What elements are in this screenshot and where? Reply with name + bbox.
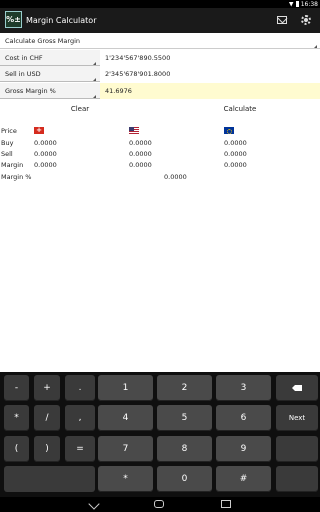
recents-icon[interactable] (221, 500, 231, 508)
key-3[interactable]: 3 (216, 375, 271, 401)
dropdown-corner-icon (93, 78, 96, 81)
margin-type-spinner[interactable]: Gross Margin % (0, 83, 100, 99)
sell-row: Sell in USD 2'345'678'901.8000 (0, 66, 320, 82)
sell-input[interactable]: 2'345'678'901.8000 (100, 66, 320, 82)
key-2[interactable]: 2 (157, 375, 212, 401)
backspace-icon (292, 385, 302, 391)
buy-label: Buy (1, 139, 14, 147)
us-flag-icon (129, 127, 139, 134)
swiss-flag-icon (34, 125, 44, 135)
wifi-icon (288, 1, 294, 7)
sell-usd-value: 0.0000 (129, 150, 152, 158)
sell-chf-value: 0.0000 (34, 150, 57, 158)
app-logo-text: %± (6, 15, 21, 24)
dropdown-corner-icon (93, 95, 96, 98)
buy-chf-value: 0.0000 (34, 139, 57, 147)
cost-label: Cost in CHF (5, 54, 43, 62)
sell-result-label: Sell (1, 150, 13, 158)
nav-bar (0, 497, 320, 512)
key-close-paren[interactable]: ) (34, 436, 60, 462)
buy-eur-value: 0.0000 (224, 139, 247, 147)
cost-input[interactable]: 1'234'567'890.5500 (100, 50, 320, 66)
next-key[interactable]: Next (276, 405, 318, 431)
sell-value: 2'345'678'901.8000 (105, 70, 171, 78)
key-asterisk[interactable]: * (4, 405, 29, 431)
key-5[interactable]: 5 (157, 405, 212, 431)
margin-pct-value: 0.0000 (164, 173, 187, 181)
key-space[interactable] (4, 466, 95, 492)
key-open-paren[interactable]: ( (4, 436, 29, 462)
key-equals[interactable]: = (65, 436, 95, 462)
key-0[interactable]: 0 (157, 466, 212, 492)
status-icons: 16:38 (288, 0, 318, 8)
buy-usd-value: 0.0000 (129, 139, 152, 147)
margin-input[interactable]: 41.6976 (100, 83, 320, 99)
dropdown-corner-icon (314, 45, 317, 48)
backspace-key[interactable] (276, 375, 318, 401)
cost-value: 1'234'567'890.5500 (105, 54, 171, 62)
gear-icon[interactable] (301, 15, 311, 25)
status-bar: 16:38 (0, 0, 320, 8)
margin-pct-label: Margin % (1, 173, 32, 181)
key-7[interactable]: 7 (98, 436, 153, 462)
key-comma[interactable]: , (65, 405, 95, 431)
clear-button[interactable]: Clear (0, 101, 160, 117)
back-icon[interactable] (88, 498, 100, 510)
price-label: Price (1, 127, 17, 135)
app-logo-icon: %± (5, 11, 22, 28)
key-hash[interactable]: # (216, 466, 271, 492)
mode-spinner[interactable]: Calculate Gross Margin (0, 33, 320, 49)
margin-value: 41.6976 (105, 87, 132, 95)
key-blank-right-4[interactable] (276, 466, 318, 492)
key-period[interactable]: . (65, 375, 95, 401)
key-blank-right-3[interactable] (276, 436, 318, 462)
margin-chf-value: 0.0000 (34, 161, 57, 169)
mail-icon[interactable] (277, 16, 287, 24)
key-1[interactable]: 1 (98, 375, 153, 401)
app-title: Margin Calculator (26, 16, 97, 25)
status-time: 16:38 (300, 0, 318, 8)
key-9[interactable]: 9 (216, 436, 271, 462)
sell-currency-spinner[interactable]: Sell in USD (0, 66, 100, 82)
home-icon[interactable] (154, 500, 164, 508)
margin-label: Gross Margin % (5, 87, 56, 95)
margin-usd-value: 0.0000 (129, 161, 152, 169)
action-bar: %± Margin Calculator (0, 8, 320, 33)
battery-icon (295, 1, 299, 7)
key-8[interactable]: 8 (157, 436, 212, 462)
margin-eur-value: 0.0000 (224, 161, 247, 169)
calculate-button[interactable]: Calculate (160, 101, 320, 117)
dropdown-corner-icon (93, 62, 96, 65)
sell-label: Sell in USD (5, 70, 41, 78)
key-minus[interactable]: - (4, 375, 29, 401)
keypad: - + . 1 2 3 * / , 4 5 6 Next ( ) = 7 8 9… (0, 372, 320, 497)
cost-row: Cost in CHF 1'234'567'890.5500 (0, 50, 320, 66)
margin-result-label: Margin (1, 161, 24, 169)
key-plus[interactable]: + (34, 375, 60, 401)
mode-spinner-label: Calculate Gross Margin (5, 37, 81, 45)
key-6[interactable]: 6 (216, 405, 271, 431)
margin-row: Gross Margin % 41.6976 (0, 83, 320, 99)
eu-flag-icon (224, 127, 234, 134)
sell-eur-value: 0.0000 (224, 150, 247, 158)
key-4[interactable]: 4 (98, 405, 153, 431)
key-star[interactable]: * (98, 466, 153, 492)
key-slash[interactable]: / (34, 405, 60, 431)
cost-currency-spinner[interactable]: Cost in CHF (0, 50, 100, 66)
